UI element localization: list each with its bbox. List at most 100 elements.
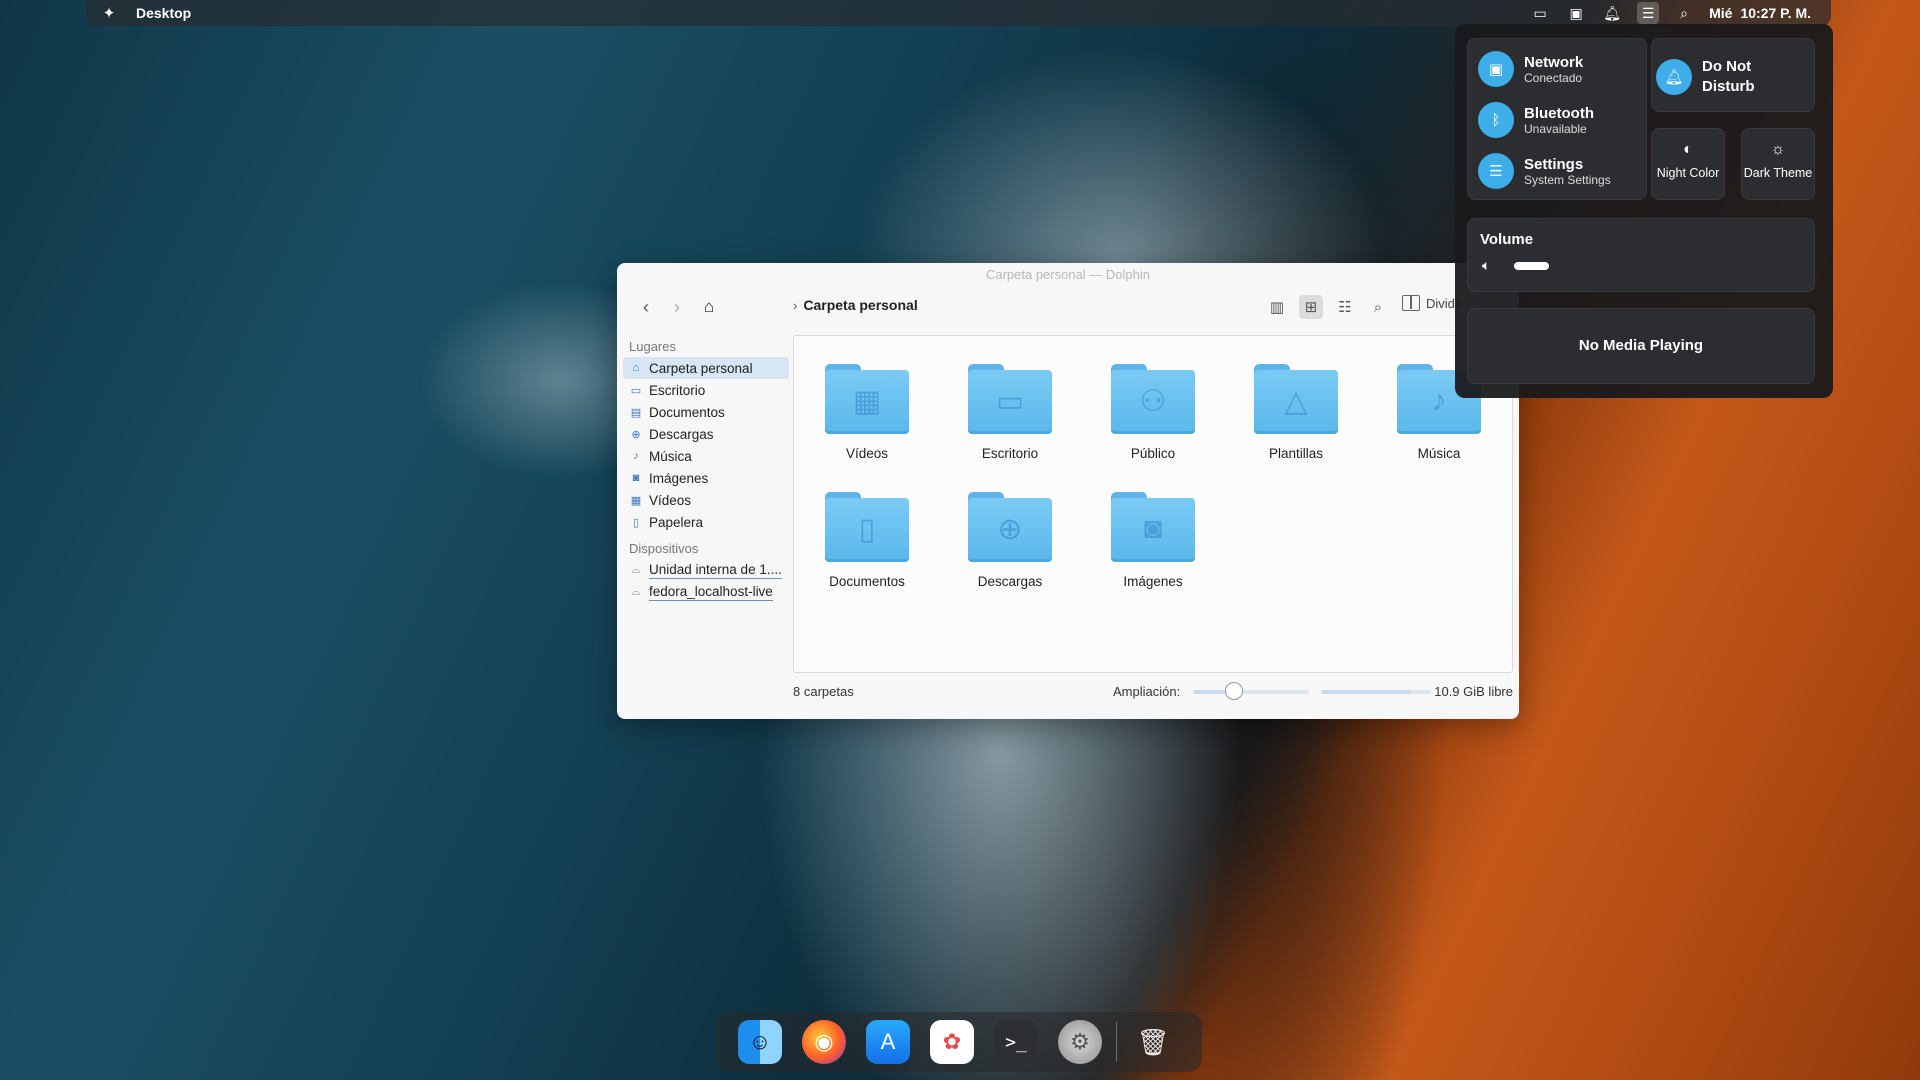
details-view-icon[interactable]: ☷: [1333, 295, 1357, 319]
videos-icon: ▦: [630, 494, 642, 507]
settings-icon: ☰: [1478, 153, 1514, 189]
app-launcher-icon[interactable]: ✦: [96, 0, 122, 26]
top-panel: ✦ Desktop ▭ ▣ 🔔︎ ☰ ⌕ Mié 10:27 P. M.: [86, 0, 1831, 26]
folder-label: Descargas: [977, 574, 1043, 589]
search-icon[interactable]: ⌕: [1366, 295, 1390, 319]
clock-day[interactable]: Mié: [1709, 5, 1732, 21]
window-title: Carpeta personal — Dolphin: [985, 266, 1151, 282]
folder-item-videos[interactable]: ▦ Vídeos: [807, 364, 927, 461]
search-icon[interactable]: ⌕: [1673, 2, 1695, 24]
sidebar-item-home[interactable]: ⌂ Carpeta personal: [623, 357, 789, 379]
control-center-icon[interactable]: ☰: [1637, 2, 1660, 24]
templates-icon: △: [1284, 385, 1308, 418]
download-icon: ⊕: [997, 513, 1023, 546]
sidebar-item-videos[interactable]: ▦ Vídeos: [623, 489, 789, 511]
photos-icon[interactable]: ✿: [930, 1020, 974, 1064]
sidebar-item-label: Carpeta personal: [649, 360, 753, 376]
active-window-title: Desktop: [136, 5, 192, 21]
zoom-slider-handle[interactable]: [1224, 682, 1243, 700]
free-space-label: 10.9 GiB libre: [1434, 683, 1513, 699]
sidebar-item-label: Unidad interna de 1....: [649, 561, 782, 579]
network-status: Conectado: [1524, 70, 1583, 85]
network-toggle[interactable]: ▣ Network Conectado: [1478, 51, 1583, 87]
drive-icon: ⌓: [631, 563, 641, 576]
sidebar-item-pictures[interactable]: ◙ Imágenes: [623, 467, 789, 489]
window-titlebar[interactable]: Carpeta personal — Dolphin: [617, 263, 1519, 285]
zoom-slider[interactable]: [1193, 682, 1309, 700]
sidebar-item-internal-drive[interactable]: ⌓ Unidad interna de 1....: [623, 559, 789, 581]
zoom-label: Ampliación:: [1113, 683, 1181, 699]
breadcrumb[interactable]: › Carpeta personal: [793, 297, 918, 313]
column-view-icon[interactable]: ▥: [1265, 295, 1289, 319]
folder-item-desktop[interactable]: ▭ Escritorio: [950, 364, 1070, 461]
sidebar-item-label: Escritorio: [649, 382, 706, 398]
folder-item-pictures[interactable]: ◙ Imágenes: [1093, 492, 1213, 589]
desktop-icon: ▭: [630, 384, 642, 397]
split-view-icon: [1402, 295, 1420, 311]
forward-arrow-icon[interactable]: ›: [665, 295, 689, 319]
sun-icon: ☼: [1770, 141, 1786, 158]
drive-icon: ⌓: [631, 585, 641, 598]
folder-label: Documentos: [829, 574, 905, 589]
sidebar-item-fedora-live[interactable]: ⌓ fedora_localhost-live: [623, 581, 789, 603]
film-icon: ▦: [852, 385, 882, 418]
system-settings-icon[interactable]: ⚙: [1058, 1020, 1102, 1064]
folder-label: Escritorio: [981, 446, 1039, 461]
dark-theme-toggle[interactable]: ☼ Dark Theme: [1741, 128, 1815, 200]
back-arrow-icon[interactable]: ‹: [634, 295, 658, 319]
bluetooth-status: Unavailable: [1524, 121, 1587, 136]
folder-count: 8 carpetas: [793, 683, 854, 699]
trash-icon[interactable]: 🗑︎: [1131, 1020, 1175, 1064]
sidebar-item-documents[interactable]: ▤ Documentos: [623, 401, 789, 423]
network-title: Network: [1524, 53, 1584, 71]
dolphin-window: Carpeta personal — Dolphin ‹ › ⌂ › Carpe…: [617, 263, 1519, 719]
toolbar: ‹ › ⌂ › Carpeta personal ▥ ⊞ ☷ ⌕ Dividir: [617, 285, 1519, 329]
night-color-icon: ◐: [1683, 141, 1693, 158]
folder-icon: ▦: [825, 364, 909, 434]
firefox-icon[interactable]: ◉: [802, 1020, 846, 1064]
night-color-toggle[interactable]: ◐ Night Color: [1651, 128, 1725, 200]
folder-icon: ⚇: [1111, 364, 1195, 434]
finder-icon[interactable]: ☺: [738, 1020, 782, 1064]
settings-subtitle: System Settings: [1524, 172, 1611, 187]
free-space-bar: [1321, 690, 1431, 694]
folder-label: Vídeos: [845, 446, 889, 461]
app-store-icon[interactable]: A: [866, 1020, 910, 1064]
speaker-icon[interactable]: 🔈︎: [1482, 257, 1490, 274]
dnd-toggle[interactable]: 🔔︎ Do Not Disturb: [1651, 38, 1815, 112]
sidebar-item-downloads[interactable]: ⊕ Descargas: [623, 423, 789, 445]
split-button[interactable]: Dividir: [1402, 295, 1462, 311]
folder-item-public[interactable]: ⚇ Público: [1093, 364, 1213, 461]
folder-item-downloads[interactable]: ⊕ Descargas: [950, 492, 1070, 589]
bluetooth-toggle[interactable]: ᛒ Bluetooth Unavailable: [1478, 102, 1594, 138]
notifications-icon[interactable]: 🔔︎: [1601, 2, 1623, 24]
terminal-icon[interactable]: >_: [994, 1020, 1038, 1064]
devices-header: Dispositivos: [629, 541, 699, 556]
connectivity-card: ▣ Network Conectado ᛒ Bluetooth Unavaila…: [1467, 38, 1647, 200]
battery-icon[interactable]: ▭: [1529, 2, 1551, 24]
documents-icon: ▤: [630, 406, 642, 419]
downloads-icon: ⊕: [631, 428, 641, 441]
folder-icon: ▭: [968, 364, 1052, 434]
bell-icon: 🔔︎: [1656, 59, 1692, 95]
free-space-fill: [1321, 690, 1412, 694]
dock: ☺ ◉ A ✿ >_ ⚙ 🗑︎: [716, 1012, 1202, 1072]
file-view[interactable]: ▦ Vídeos ▭ Escritorio ⚇ Público △ Planti…: [793, 335, 1513, 673]
music-icon: ♪: [633, 450, 639, 462]
breadcrumb-item[interactable]: Carpeta personal: [803, 297, 917, 313]
media-player-card: No Media Playing: [1467, 308, 1815, 384]
sidebar-item-music[interactable]: ♪ Música: [623, 445, 789, 467]
people-icon: ⚇: [1139, 385, 1167, 418]
icon-view-icon[interactable]: ⊞: [1299, 295, 1323, 319]
sidebar-item-label: Papelera: [649, 514, 704, 530]
clock-time[interactable]: 10:27 P. M.: [1740, 5, 1811, 21]
volume-slider[interactable]: [1514, 262, 1804, 270]
home-icon[interactable]: ⌂: [697, 295, 721, 319]
folder-label: Público: [1130, 446, 1176, 461]
settings-shortcut[interactable]: ☰ Settings System Settings: [1478, 153, 1611, 189]
sidebar-item-trash[interactable]: ▯ Papelera: [623, 511, 789, 533]
folder-item-documents[interactable]: ▯ Documentos: [807, 492, 927, 589]
sidebar-item-desktop[interactable]: ▭ Escritorio: [623, 379, 789, 401]
network-icon[interactable]: ▣: [1565, 2, 1587, 24]
folder-item-templates[interactable]: △ Plantillas: [1236, 364, 1356, 461]
